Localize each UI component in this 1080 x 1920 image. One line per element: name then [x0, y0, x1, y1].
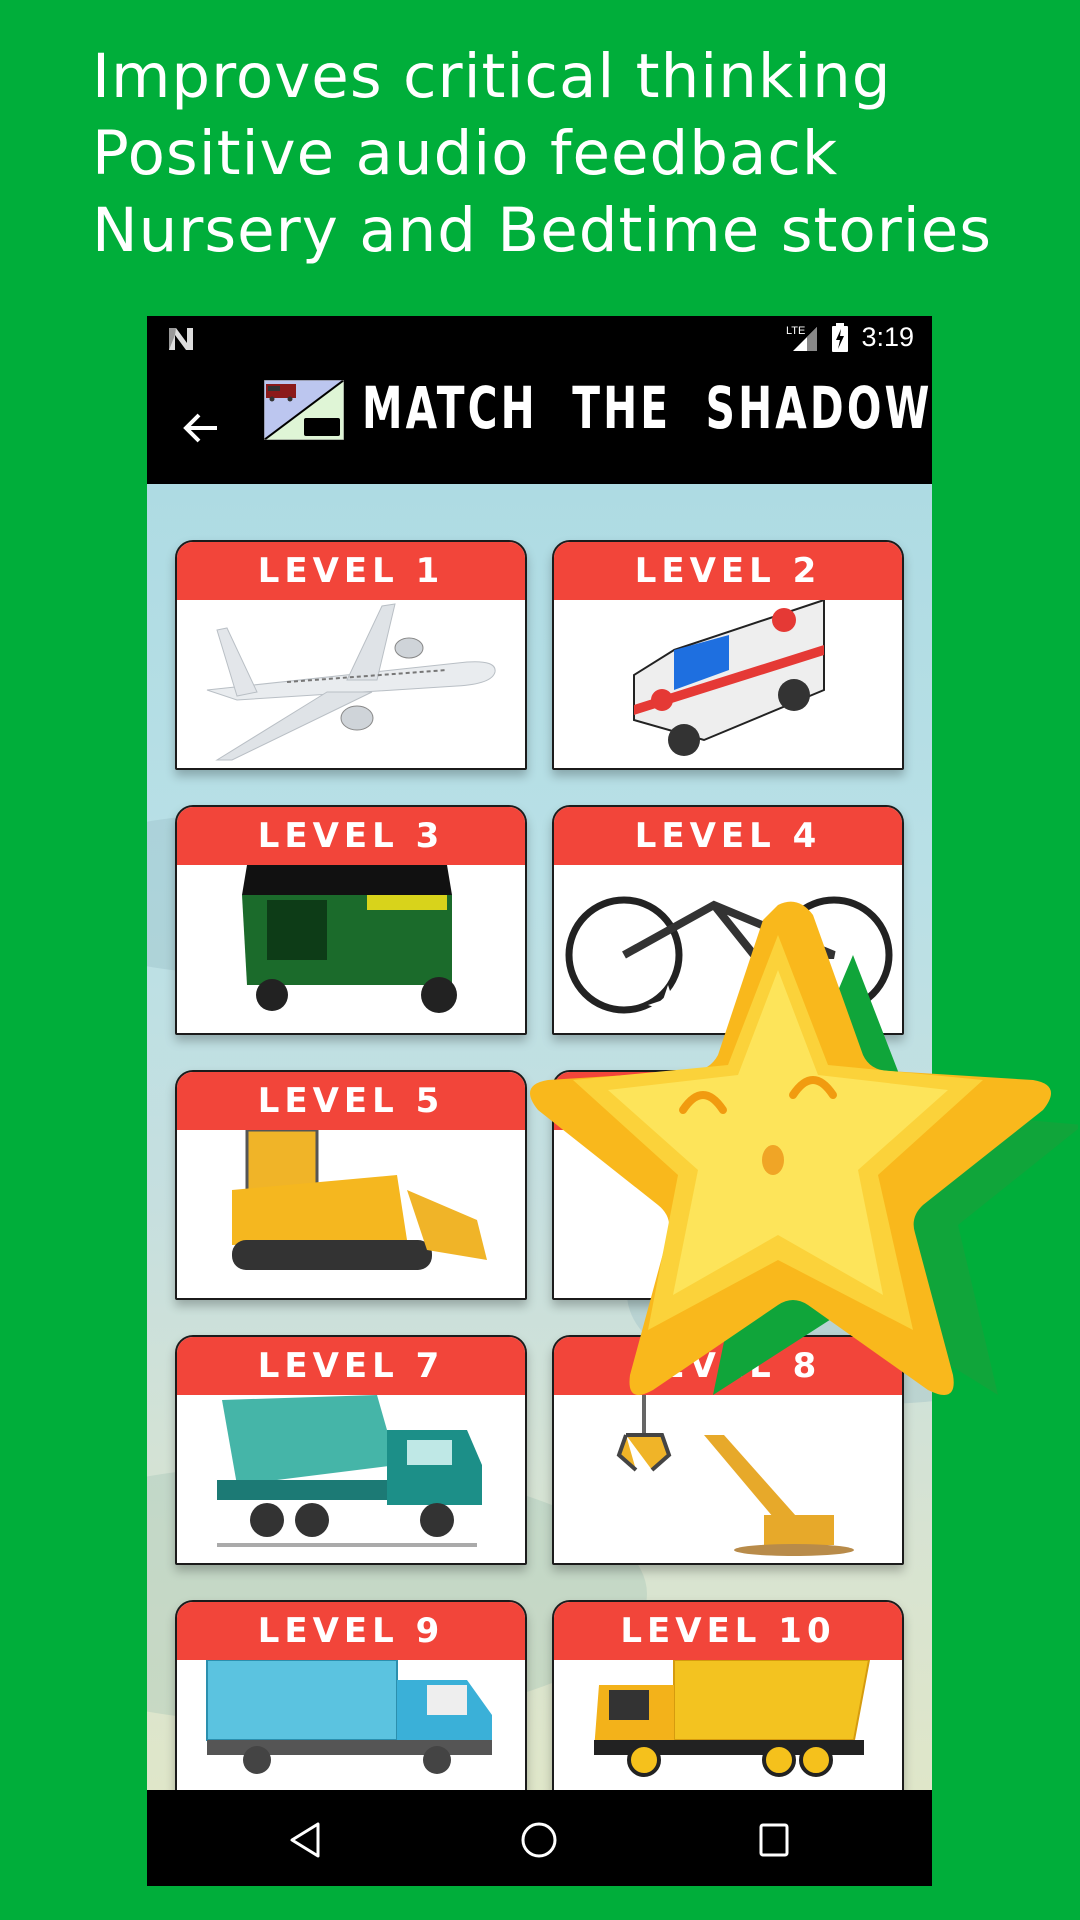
auto-rickshaw-image [177, 865, 525, 1033]
ambulance-image [554, 600, 902, 768]
level-label: LEVEL 4 [554, 807, 902, 865]
level-label: LEVEL 1 [177, 542, 525, 600]
status-bar: LTE 3:19 [147, 316, 932, 364]
bulldozer-image [177, 1130, 525, 1298]
lte-label: LTE [786, 325, 805, 337]
n-notification-icon [169, 328, 193, 350]
airplane-image [177, 600, 525, 768]
level-label: LEVEL 7 [177, 1337, 525, 1395]
square-recents-icon[interactable] [752, 1818, 796, 1862]
level-label: LEVEL 3 [177, 807, 525, 865]
level-label: LEVEL 9 [177, 1602, 525, 1660]
level-label: LEVEL 2 [554, 542, 902, 600]
promo-line: Positive audio feedback [92, 118, 839, 189]
cement-mixer-image [177, 1395, 525, 1563]
battery-charging-icon [832, 322, 849, 352]
smiling-star-icon [530, 901, 1078, 1395]
navigation-bar [147, 1790, 932, 1886]
app-title: MATCH THE SHADOW [362, 374, 932, 442]
level-card-2[interactable]: LEVEL 2 [552, 540, 904, 770]
clock: 3:19 [861, 322, 914, 352]
level-card-10[interactable]: LEVEL 10 [552, 1600, 904, 1790]
cargo-truck-image [177, 1660, 525, 1790]
level-card-5[interactable]: LEVEL 5 [175, 1070, 527, 1300]
level-label: LEVEL 10 [554, 1602, 902, 1660]
dump-truck-image [554, 1660, 902, 1790]
level-card-9[interactable]: LEVEL 9 [175, 1600, 527, 1790]
promo-line: Nursery and Bedtime stories [92, 195, 993, 266]
triangle-back-icon[interactable] [284, 1818, 328, 1862]
arrow-left-icon[interactable] [181, 408, 221, 448]
level-card-1[interactable]: LEVEL 1 [175, 540, 527, 770]
lte-signal-icon: LTE [786, 325, 818, 351]
promo-line: Improves critical thinking [92, 41, 892, 112]
app-logo-icon [264, 380, 344, 440]
level-card-3[interactable]: LEVEL 3 [175, 805, 527, 1035]
app-bar: MATCH THE SHADOW [147, 364, 932, 484]
level-label: LEVEL 5 [177, 1072, 525, 1130]
level-card-7[interactable]: LEVEL 7 [175, 1335, 527, 1565]
circle-home-icon[interactable] [517, 1818, 561, 1862]
promo-text: Improves critical thinking Positive audi… [92, 38, 992, 269]
